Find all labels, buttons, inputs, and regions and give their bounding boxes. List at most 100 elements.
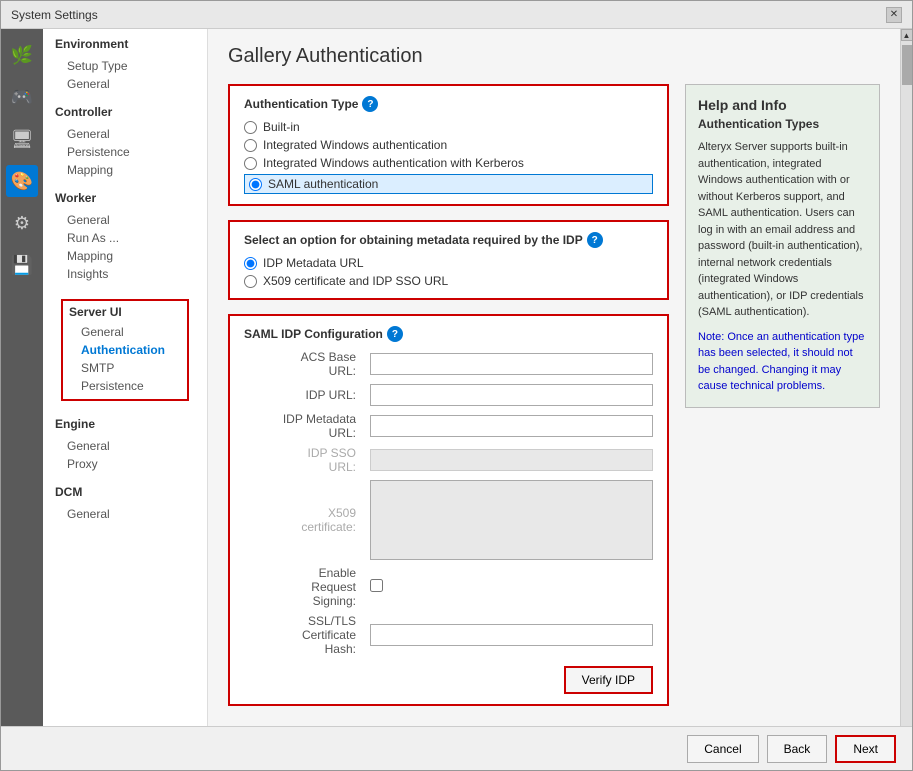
acs-base-url-input[interactable] [370, 353, 653, 375]
worker-section-title: Worker [55, 191, 195, 205]
auth-type-title: Authentication Type ? [244, 96, 653, 112]
metadata-section: Select an option for obtaining metadata … [228, 220, 669, 300]
idp-sso-url-label: IDP SSOURL: [244, 446, 364, 474]
auth-builtin-option[interactable]: Built-in [244, 120, 653, 134]
idp-url-input[interactable] [370, 384, 653, 406]
saml-config-help-icon[interactable]: ? [387, 326, 403, 342]
serverui-section-title: Server UI [69, 305, 181, 319]
acs-base-url-label: ACS BaseURL: [244, 350, 364, 378]
engine-icon[interactable]: ⚙ [6, 207, 38, 239]
back-button[interactable]: Back [767, 735, 828, 763]
sidebar-section-engine: Engine General Proxy [43, 409, 207, 477]
footer: Cancel Back Next [1, 726, 912, 770]
sidebar-item-smtp[interactable]: SMTP [69, 359, 181, 377]
scroll-up-arrow[interactable]: ▲ [901, 29, 913, 41]
help-note: Note: Once an authentication type has be… [698, 329, 867, 395]
help-body: Alteryx Server supports built-in authent… [698, 139, 867, 321]
cancel-button[interactable]: Cancel [687, 735, 758, 763]
main-body: Authentication Type ? Built-in Integrate… [228, 84, 880, 720]
sidebar-section-environment: Environment Setup Type General [43, 29, 207, 97]
sidebar-section-controller: Controller General Persistence Mapping [43, 97, 207, 183]
idp-url-label: IDP URL: [244, 388, 364, 402]
auth-type-section: Authentication Type ? Built-in Integrate… [228, 84, 669, 206]
auth-saml-radio[interactable] [249, 178, 262, 191]
dcm-section-title: DCM [55, 485, 195, 499]
controller-section-title: Controller [55, 105, 195, 119]
sidebar-item-mapping-ctrl[interactable]: Mapping [55, 161, 195, 179]
sidebar-section-dcm: DCM General [43, 477, 207, 527]
metadata-idp-url-radio[interactable] [244, 257, 257, 270]
sidebar-item-general-serverui[interactable]: General [69, 323, 181, 341]
sidebar-item-mapping-worker[interactable]: Mapping [55, 247, 195, 265]
enable-signing-checkbox[interactable] [370, 579, 383, 592]
help-box: Help and Info Authentication Types Alter… [685, 84, 880, 408]
auth-type-radio-group: Built-in Integrated Windows authenticati… [244, 120, 653, 194]
ssl-cert-hash-input[interactable] [370, 624, 653, 646]
titlebar: System Settings ✕ [1, 1, 912, 29]
sidebar-item-general-ctrl[interactable]: General [55, 125, 195, 143]
help-subtitle: Authentication Types [698, 117, 867, 131]
sidebar-item-general-worker[interactable]: General [55, 211, 195, 229]
main-area: Gallery Authentication Authentication Ty… [208, 29, 900, 726]
environment-section-title: Environment [55, 37, 195, 51]
scrollbar[interactable]: ▲ [900, 29, 912, 726]
idp-sso-url-input [370, 449, 653, 471]
page-title: Gallery Authentication [228, 45, 880, 68]
ssl-cert-hash-label: SSL/TLSCertificateHash: [244, 614, 364, 656]
sidebar-item-runas-worker[interactable]: Run As ... [55, 229, 195, 247]
verify-idp-button[interactable]: Verify IDP [564, 666, 653, 694]
controller-icon[interactable]: 🎮 [6, 81, 38, 113]
sidebar: Environment Setup Type General Controlle… [43, 29, 208, 726]
enable-signing-label: EnableRequestSigning: [244, 566, 364, 608]
saml-config-title: SAML IDP Configuration ? [244, 326, 653, 342]
enable-signing-checkbox-wrap [370, 579, 653, 595]
sidebar-group-serverui: Server UI General Authentication SMTP Pe… [61, 299, 189, 401]
metadata-title: Select an option for obtaining metadata … [244, 232, 653, 248]
sidebar-icons: 🌿 🎮 🖥 🎨 ⚙ 💾 [1, 29, 43, 726]
metadata-idp-url-option[interactable]: IDP Metadata URL [244, 256, 653, 270]
sidebar-item-insights-worker[interactable]: Insights [55, 265, 195, 283]
window-title: System Settings [11, 8, 98, 22]
help-panel: Help and Info Authentication Types Alter… [685, 84, 880, 720]
help-title: Help and Info [698, 97, 867, 113]
auth-windows-radio[interactable] [244, 139, 257, 152]
x509-cert-label: X509certificate: [244, 506, 364, 534]
sidebar-section-worker: Worker General Run As ... Mapping Insigh… [43, 183, 207, 287]
idp-metadata-url-input[interactable] [370, 415, 653, 437]
metadata-x509-radio[interactable] [244, 275, 257, 288]
auth-builtin-radio[interactable] [244, 121, 257, 134]
next-button[interactable]: Next [835, 735, 896, 763]
sidebar-section-serverui: Server UI General Authentication SMTP Pe… [43, 287, 207, 409]
sidebar-item-general-engine[interactable]: General [55, 437, 195, 455]
dcm-icon[interactable]: 💾 [6, 249, 38, 281]
sidebar-item-proxy-engine[interactable]: Proxy [55, 455, 195, 473]
system-settings-window: System Settings ✕ 🌿 🎮 🖥 🎨 ⚙ 💾 Environmen… [0, 0, 913, 771]
auth-kerberos-option[interactable]: Integrated Windows authentication with K… [244, 156, 653, 170]
main-left: Authentication Type ? Built-in Integrate… [228, 84, 669, 720]
metadata-x509-option[interactable]: X509 certificate and IDP SSO URL [244, 274, 653, 288]
auth-kerberos-radio[interactable] [244, 157, 257, 170]
x509-cert-textarea [370, 480, 653, 560]
auth-saml-option[interactable]: SAML authentication [244, 174, 653, 194]
worker-icon[interactable]: 🖥 [6, 123, 38, 155]
sidebar-item-persistence-ctrl[interactable]: Persistence [55, 143, 195, 161]
sidebar-item-persistence-serverui[interactable]: Persistence [69, 377, 181, 395]
close-button[interactable]: ✕ [886, 7, 902, 23]
verify-row: Verify IDP [244, 666, 653, 694]
main-content: 🌿 🎮 🖥 🎨 ⚙ 💾 Environment Setup Type Gener… [1, 29, 912, 726]
metadata-radio-group: IDP Metadata URL X509 certificate and ID… [244, 256, 653, 288]
metadata-help-icon[interactable]: ? [587, 232, 603, 248]
sidebar-item-setup-type[interactable]: Setup Type [55, 57, 195, 75]
saml-form-grid: ACS BaseURL: IDP URL: IDP MetadataURL: I… [244, 350, 653, 656]
auth-windows-option[interactable]: Integrated Windows authentication [244, 138, 653, 152]
sidebar-item-general-dcm[interactable]: General [55, 505, 195, 523]
engine-section-title: Engine [55, 417, 195, 431]
environment-icon[interactable]: 🌿 [6, 39, 38, 71]
saml-config-section: SAML IDP Configuration ? ACS BaseURL: ID… [228, 314, 669, 706]
sidebar-item-authentication[interactable]: Authentication [69, 341, 181, 359]
idp-metadata-url-label: IDP MetadataURL: [244, 412, 364, 440]
scroll-thumb[interactable] [902, 45, 912, 85]
server-ui-icon[interactable]: 🎨 [6, 165, 38, 197]
sidebar-item-general-env[interactable]: General [55, 75, 195, 93]
auth-type-help-icon[interactable]: ? [362, 96, 378, 112]
